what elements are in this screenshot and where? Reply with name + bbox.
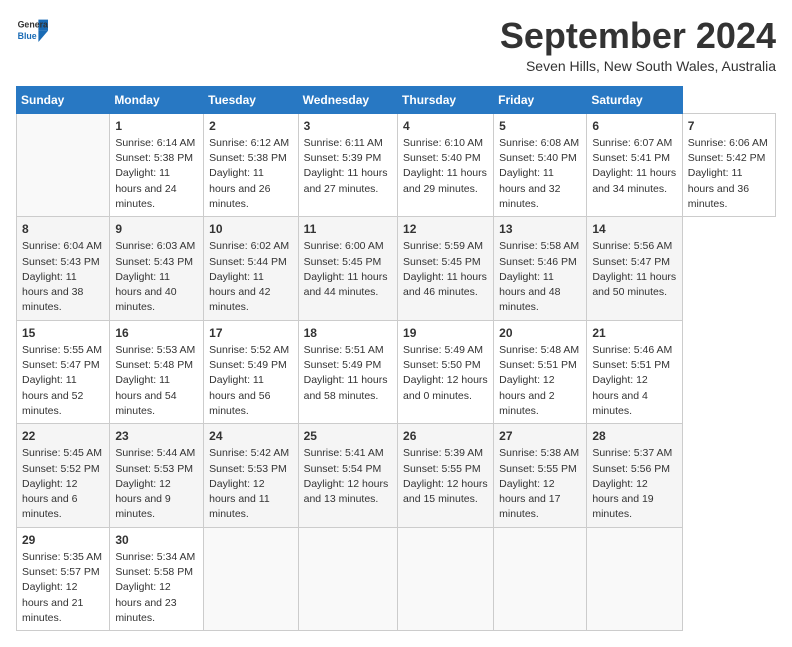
day-number: 16 [115, 325, 198, 342]
svg-text:Blue: Blue [18, 31, 37, 41]
day-number: 20 [499, 325, 581, 342]
day-number: 4 [403, 118, 488, 135]
day-number: 26 [403, 428, 488, 445]
calendar-cell: 28Sunrise: 5:37 AMSunset: 5:56 PMDayligh… [587, 424, 682, 527]
calendar-header-monday: Monday [110, 86, 204, 113]
day-number: 21 [592, 325, 676, 342]
calendar-cell: 7Sunrise: 6:06 AMSunset: 5:42 PMDaylight… [682, 113, 775, 216]
calendar-cell: 12Sunrise: 5:59 AMSunset: 5:45 PMDayligh… [398, 217, 494, 320]
calendar-header-thursday: Thursday [398, 86, 494, 113]
calendar-cell: 21Sunrise: 5:46 AMSunset: 5:51 PMDayligh… [587, 320, 682, 423]
calendar-cell: 24Sunrise: 5:42 AMSunset: 5:53 PMDayligh… [204, 424, 298, 527]
calendar-cell: 13Sunrise: 5:58 AMSunset: 5:46 PMDayligh… [494, 217, 587, 320]
calendar-cell: 20Sunrise: 5:48 AMSunset: 5:51 PMDayligh… [494, 320, 587, 423]
day-number: 15 [22, 325, 104, 342]
calendar-cell: 23Sunrise: 5:44 AMSunset: 5:53 PMDayligh… [110, 424, 204, 527]
calendar-cell: 29Sunrise: 5:35 AMSunset: 5:57 PMDayligh… [17, 527, 110, 630]
calendar-week-row: 1Sunrise: 6:14 AMSunset: 5:38 PMDaylight… [17, 113, 776, 216]
day-number: 25 [304, 428, 392, 445]
calendar-cell: 5Sunrise: 6:08 AMSunset: 5:40 PMDaylight… [494, 113, 587, 216]
calendar-cell: 9Sunrise: 6:03 AMSunset: 5:43 PMDaylight… [110, 217, 204, 320]
day-number: 22 [22, 428, 104, 445]
calendar-header-friday: Friday [494, 86, 587, 113]
calendar-cell [204, 527, 298, 630]
calendar-cell: 26Sunrise: 5:39 AMSunset: 5:55 PMDayligh… [398, 424, 494, 527]
day-number: 23 [115, 428, 198, 445]
day-number: 10 [209, 221, 292, 238]
day-number: 6 [592, 118, 676, 135]
day-number: 3 [304, 118, 392, 135]
calendar-week-row: 15Sunrise: 5:55 AMSunset: 5:47 PMDayligh… [17, 320, 776, 423]
calendar-cell: 2Sunrise: 6:12 AMSunset: 5:38 PMDaylight… [204, 113, 298, 216]
month-title: September 2024 [500, 16, 776, 56]
day-number: 9 [115, 221, 198, 238]
calendar-cell: 3Sunrise: 6:11 AMSunset: 5:39 PMDaylight… [298, 113, 397, 216]
header: General Blue September 2024 Seven Hills,… [16, 16, 776, 74]
calendar-header-saturday: Saturday [587, 86, 682, 113]
calendar-cell: 25Sunrise: 5:41 AMSunset: 5:54 PMDayligh… [298, 424, 397, 527]
calendar-cell: 4Sunrise: 6:10 AMSunset: 5:40 PMDaylight… [398, 113, 494, 216]
calendar-cell: 8Sunrise: 6:04 AMSunset: 5:43 PMDaylight… [17, 217, 110, 320]
day-number: 18 [304, 325, 392, 342]
day-number: 29 [22, 532, 104, 549]
day-number: 27 [499, 428, 581, 445]
calendar-cell: 1Sunrise: 6:14 AMSunset: 5:38 PMDaylight… [110, 113, 204, 216]
logo-icon: General Blue [16, 16, 48, 44]
day-number: 14 [592, 221, 676, 238]
day-number: 5 [499, 118, 581, 135]
calendar-cell [17, 113, 110, 216]
logo: General Blue [16, 16, 48, 44]
calendar-cell: 18Sunrise: 5:51 AMSunset: 5:49 PMDayligh… [298, 320, 397, 423]
day-number: 24 [209, 428, 292, 445]
location-subtitle: Seven Hills, New South Wales, Australia [500, 58, 776, 74]
calendar-cell: 30Sunrise: 5:34 AMSunset: 5:58 PMDayligh… [110, 527, 204, 630]
calendar-cell: 19Sunrise: 5:49 AMSunset: 5:50 PMDayligh… [398, 320, 494, 423]
day-number: 2 [209, 118, 292, 135]
calendar-week-row: 29Sunrise: 5:35 AMSunset: 5:57 PMDayligh… [17, 527, 776, 630]
calendar-header-sunday: Sunday [17, 86, 110, 113]
calendar-header-tuesday: Tuesday [204, 86, 298, 113]
calendar-cell: 17Sunrise: 5:52 AMSunset: 5:49 PMDayligh… [204, 320, 298, 423]
calendar-cell: 6Sunrise: 6:07 AMSunset: 5:41 PMDaylight… [587, 113, 682, 216]
day-number: 1 [115, 118, 198, 135]
day-number: 17 [209, 325, 292, 342]
title-area: September 2024 Seven Hills, New South Wa… [500, 16, 776, 74]
day-number: 11 [304, 221, 392, 238]
calendar-header-wednesday: Wednesday [298, 86, 397, 113]
calendar-cell: 22Sunrise: 5:45 AMSunset: 5:52 PMDayligh… [17, 424, 110, 527]
svg-text:General: General [18, 20, 48, 30]
calendar-cell: 15Sunrise: 5:55 AMSunset: 5:47 PMDayligh… [17, 320, 110, 423]
calendar-cell: 14Sunrise: 5:56 AMSunset: 5:47 PMDayligh… [587, 217, 682, 320]
calendar-table: SundayMondayTuesdayWednesdayThursdayFrid… [16, 86, 776, 631]
calendar-week-row: 8Sunrise: 6:04 AMSunset: 5:43 PMDaylight… [17, 217, 776, 320]
day-number: 13 [499, 221, 581, 238]
day-number: 7 [688, 118, 770, 135]
calendar-cell: 16Sunrise: 5:53 AMSunset: 5:48 PMDayligh… [110, 320, 204, 423]
calendar-header-row: SundayMondayTuesdayWednesdayThursdayFrid… [17, 86, 776, 113]
calendar-cell [494, 527, 587, 630]
day-number: 28 [592, 428, 676, 445]
calendar-cell: 10Sunrise: 6:02 AMSunset: 5:44 PMDayligh… [204, 217, 298, 320]
calendar-cell [398, 527, 494, 630]
calendar-cell: 11Sunrise: 6:00 AMSunset: 5:45 PMDayligh… [298, 217, 397, 320]
calendar-cell [587, 527, 682, 630]
day-number: 19 [403, 325, 488, 342]
calendar-cell: 27Sunrise: 5:38 AMSunset: 5:55 PMDayligh… [494, 424, 587, 527]
day-number: 12 [403, 221, 488, 238]
day-number: 8 [22, 221, 104, 238]
calendar-week-row: 22Sunrise: 5:45 AMSunset: 5:52 PMDayligh… [17, 424, 776, 527]
calendar-cell [298, 527, 397, 630]
day-number: 30 [115, 532, 198, 549]
